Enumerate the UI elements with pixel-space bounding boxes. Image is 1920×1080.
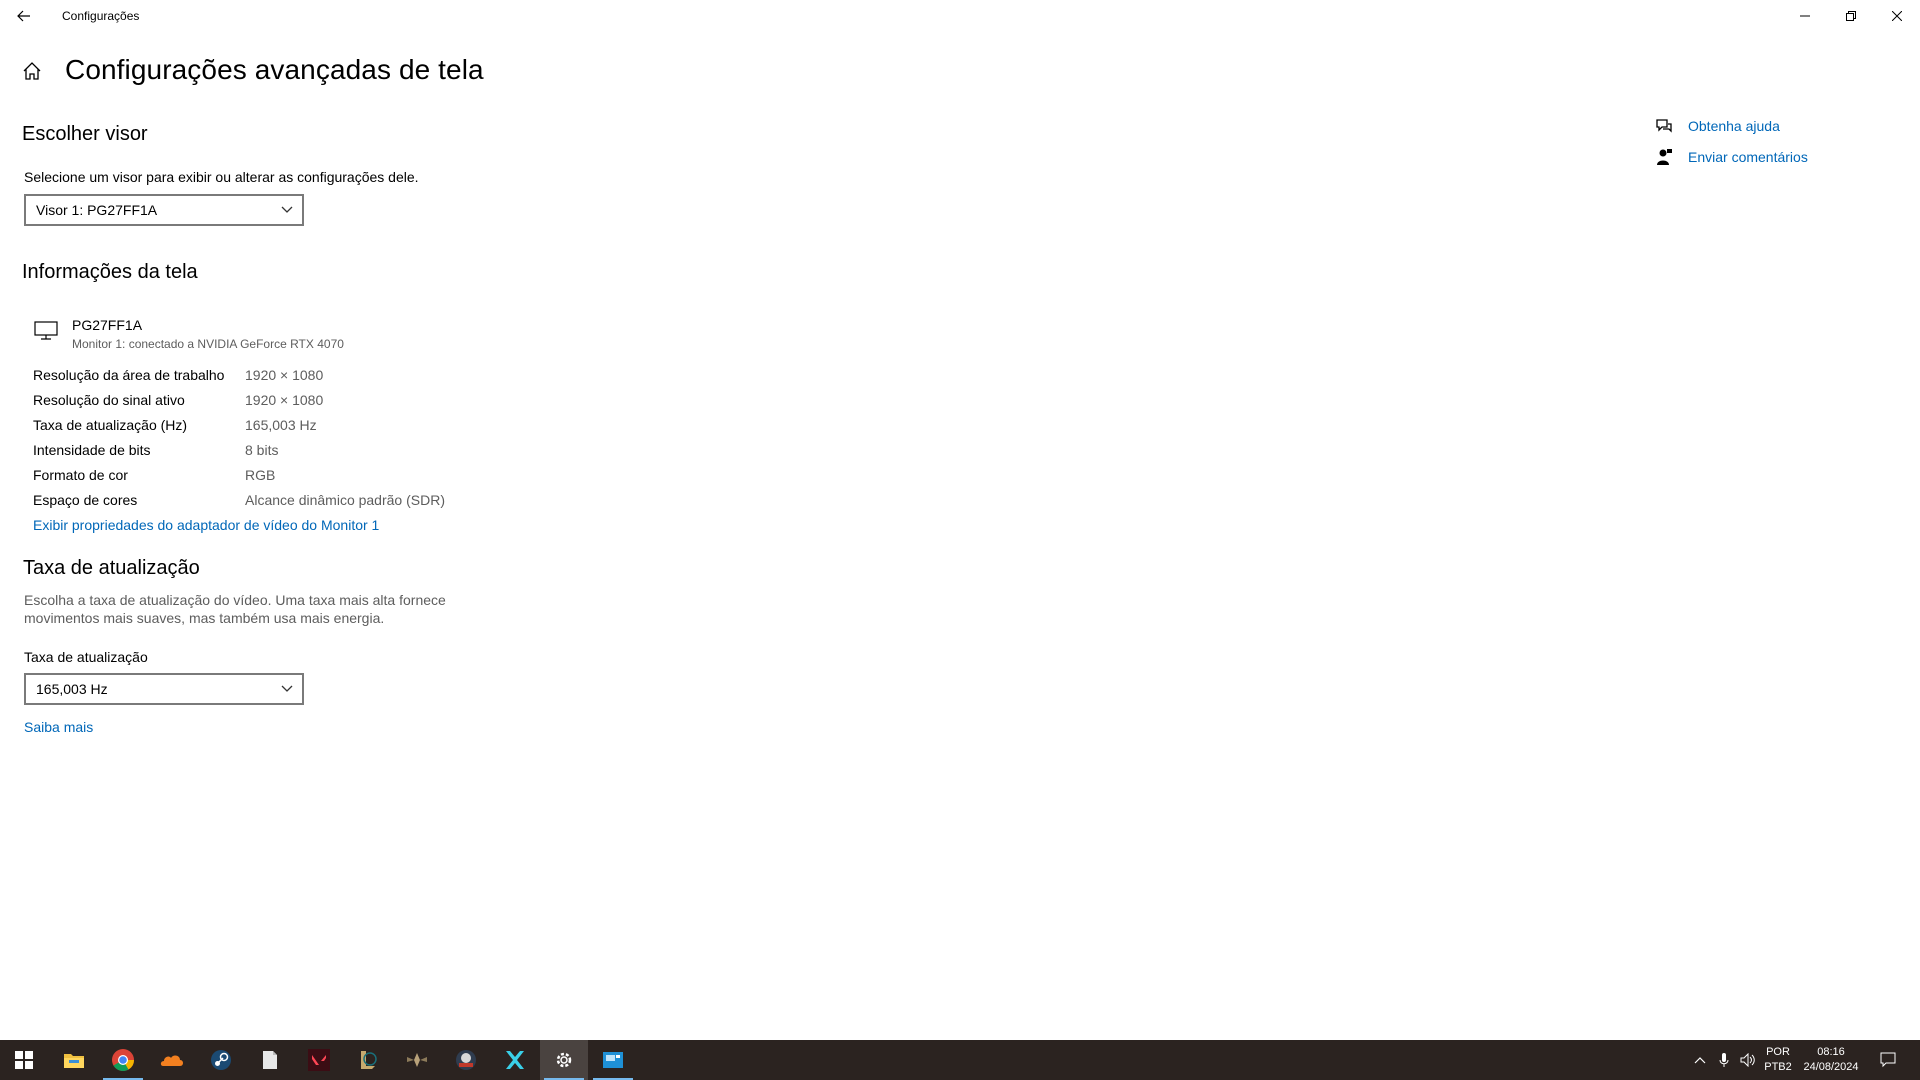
- refresh-rate-select-value: 165,003 Hz: [36, 681, 108, 697]
- valorant-icon: [308, 1049, 330, 1071]
- refresh-rate-description-1: Escolha a taxa de atualização do vídeo. …: [24, 592, 446, 608]
- info-label: Formato de cor: [33, 467, 128, 483]
- chevron-down-icon: [281, 685, 293, 692]
- taskbar-valorant[interactable]: [295, 1040, 343, 1080]
- info-value: RGB: [245, 467, 276, 483]
- file-explorer-icon: [64, 1054, 84, 1068]
- monitor-name: PG27FF1A: [72, 317, 143, 333]
- choose-display-heading: Escolher visor: [22, 123, 148, 145]
- taskbar-x-app[interactable]: [491, 1040, 539, 1080]
- tray-microphone[interactable]: [1712, 1040, 1736, 1080]
- feedback-icon: [1654, 147, 1674, 167]
- restore-button[interactable]: [1828, 0, 1874, 32]
- get-help-icon: [1654, 116, 1674, 136]
- learn-more-link[interactable]: Saiba mais: [24, 719, 93, 735]
- start-button[interactable]: [0, 1040, 48, 1080]
- cloud-app-icon: [160, 1055, 183, 1066]
- taskbar-steam[interactable]: [197, 1040, 245, 1080]
- taskbar-display-app[interactable]: [589, 1040, 637, 1080]
- clock-date: 24/08/2024: [1803, 1061, 1859, 1073]
- info-label: Resolução da área de trabalho: [33, 367, 225, 383]
- windows-logo-icon: [15, 1051, 33, 1069]
- taskbar-game-app[interactable]: [442, 1040, 490, 1080]
- window-title: Configurações: [62, 9, 140, 23]
- feedback-link[interactable]: Enviar comentários: [1688, 149, 1808, 165]
- league-icon: [361, 1051, 377, 1069]
- page-title: Configurações avançadas de tela: [65, 54, 484, 85]
- settings-icon: [556, 1052, 572, 1068]
- keyboard-layout: PTB2: [1764, 1061, 1792, 1073]
- chevron-down-icon: [281, 206, 293, 213]
- info-label: Intensidade de bits: [33, 442, 151, 458]
- taskbar-settings[interactable]: [540, 1040, 588, 1080]
- home-icon[interactable]: [22, 61, 46, 85]
- taskbar: POR PTB2 08:16 24/08/2024: [0, 1040, 1920, 1080]
- taskbar-chrome[interactable]: [99, 1040, 147, 1080]
- wings-app-icon: [407, 1053, 427, 1067]
- notification-icon: [1880, 1052, 1896, 1068]
- file-icon: [263, 1051, 277, 1069]
- language-code: POR: [1766, 1046, 1790, 1058]
- refresh-rate-select[interactable]: 165,003 Hz: [24, 673, 304, 705]
- tray-overflow-button[interactable]: [1688, 1040, 1712, 1080]
- chrome-icon: [112, 1049, 134, 1071]
- taskbar-league[interactable]: [344, 1040, 392, 1080]
- minimize-icon: [1800, 15, 1810, 17]
- taskbar-wings-app[interactable]: [393, 1040, 441, 1080]
- input-language[interactable]: POR PTB2: [1760, 1045, 1796, 1075]
- monitor-icon: [34, 320, 60, 342]
- restore-icon: [1846, 11, 1856, 21]
- display-app-icon: [603, 1052, 623, 1068]
- get-help-link[interactable]: Obtenha ajuda: [1688, 118, 1780, 134]
- display-select[interactable]: Visor 1: PG27FF1A: [24, 194, 304, 226]
- taskbar-file-explorer[interactable]: [50, 1040, 98, 1080]
- info-value: 1920 × 1080: [245, 392, 324, 408]
- clock-time: 08:16: [1817, 1046, 1845, 1058]
- back-arrow-icon: [17, 10, 30, 22]
- action-center-button[interactable]: [1864, 1040, 1912, 1080]
- refresh-rate-field-label: Taxa de atualização: [24, 649, 148, 665]
- info-value: 8 bits: [245, 442, 279, 458]
- display-select-value: Visor 1: PG27FF1A: [36, 202, 158, 218]
- info-value: 1920 × 1080: [245, 367, 324, 383]
- game-app-icon: [456, 1050, 476, 1070]
- title-bar: Configurações: [0, 0, 1920, 32]
- info-label: Espaço de cores: [33, 492, 138, 508]
- chevron-up-icon: [1694, 1057, 1706, 1064]
- taskbar-file[interactable]: [246, 1040, 294, 1080]
- close-button[interactable]: [1874, 0, 1920, 32]
- choose-display-instruction: Selecione um visor para exibir ou altera…: [24, 169, 419, 185]
- info-value: 165,003 Hz: [245, 417, 317, 433]
- display-info-heading: Informações da tela: [22, 261, 198, 283]
- clock[interactable]: 08:16 24/08/2024: [1798, 1045, 1864, 1075]
- taskbar-cloud-app[interactable]: [148, 1040, 196, 1080]
- x-app-icon: [506, 1051, 524, 1069]
- minimize-button[interactable]: [1782, 0, 1828, 32]
- info-value: Alcance dinâmico padrão (SDR): [245, 492, 445, 508]
- refresh-rate-description-2: movimentos mais suaves, mas também usa m…: [24, 610, 385, 626]
- refresh-rate-heading: Taxa de atualização: [23, 557, 200, 579]
- monitor-connection: Monitor 1: conectado a NVIDIA GeForce RT…: [72, 337, 344, 351]
- tray-volume[interactable]: [1736, 1040, 1760, 1080]
- info-label: Taxa de atualização (Hz): [33, 417, 188, 433]
- back-button[interactable]: [0, 0, 48, 32]
- steam-icon: [211, 1050, 231, 1070]
- microphone-icon: [1719, 1053, 1729, 1067]
- info-label: Resolução do sinal ativo: [33, 392, 185, 408]
- adapter-properties-link[interactable]: Exibir propriedades do adaptador de víde…: [33, 517, 379, 533]
- close-icon: [1892, 11, 1902, 21]
- volume-icon: [1740, 1053, 1755, 1067]
